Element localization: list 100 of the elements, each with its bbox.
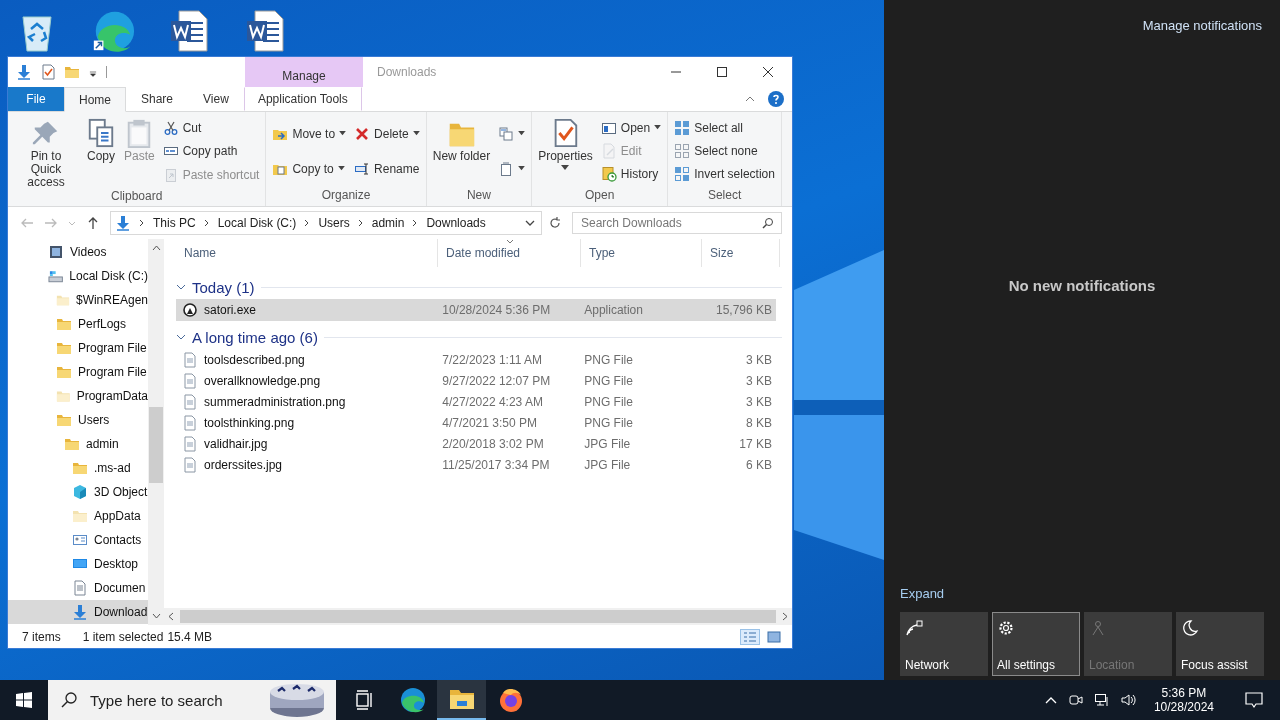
file-row[interactable]: toolsdescribed.png 7/22/2023 1:11 AM PNG File 3 KB: [176, 349, 776, 370]
clock-time[interactable]: 5:36 PM: [1161, 686, 1207, 700]
help-icon[interactable]: [768, 91, 784, 107]
network-icon[interactable]: [1093, 692, 1110, 708]
scroll-left-icon[interactable]: [168, 612, 174, 621]
refresh-icon[interactable]: [548, 216, 562, 230]
ribbon-button[interactable]: Rename: [352, 159, 422, 178]
ribbon-button[interactable]: Move to: [270, 124, 349, 143]
breadcrumb[interactable]: Local Disk (C:): [217, 216, 297, 230]
tree-item[interactable]: Documen: [8, 576, 148, 600]
folder-icon: [56, 412, 72, 428]
up-arrow-icon[interactable]: [86, 216, 100, 230]
manage-notifications-link[interactable]: Manage notifications: [900, 0, 1264, 33]
group-header[interactable]: A long time ago (6): [192, 328, 318, 346]
tree-item[interactable]: Videos: [8, 240, 148, 264]
column-header[interactable]: Type: [581, 239, 702, 267]
ribbon-button[interactable]: Copy: [84, 114, 118, 189]
tree-item[interactable]: Download: [8, 600, 148, 624]
tree-item[interactable]: Local Disk (C:): [8, 264, 148, 288]
close-icon[interactable]: [762, 66, 774, 78]
start-button-icon[interactable]: [16, 692, 32, 708]
ribbon-button[interactable]: Cut: [160, 118, 262, 137]
ribbon-button[interactable]: Select all: [672, 118, 777, 137]
expand-link[interactable]: Expand: [900, 586, 1264, 612]
ribbon-button[interactable]: Copy to: [270, 159, 349, 178]
new-folder-button[interactable]: New folder: [430, 114, 493, 188]
tree-item[interactable]: 3D Object: [8, 480, 148, 504]
file-row[interactable]: summeradministration.png 4/27/2022 4:23 AM PNG File 3 KB: [176, 391, 776, 412]
ribbon-button[interactable]: Copy path: [160, 142, 262, 161]
tree-item[interactable]: $WinREAgen: [8, 288, 148, 312]
scroll-up-icon[interactable]: [151, 245, 161, 251]
breadcrumb[interactable]: Downloads: [426, 216, 486, 230]
file-row[interactable]: validhair.jpg 2/20/2018 3:02 PM JPG File 17 KB: [176, 433, 776, 454]
properties-button[interactable]: Properties: [536, 114, 595, 188]
breadcrumb[interactable]: admin: [371, 216, 405, 230]
tree-item[interactable]: Program File: [8, 336, 148, 360]
ribbon-button[interactable]: Delete: [352, 124, 422, 143]
video-camera-icon[interactable]: [1067, 692, 1084, 708]
scrollbar[interactable]: [164, 608, 792, 625]
file-row[interactable]: toolsthinking.png 4/7/2021 3:50 PM PNG File 8 KB: [176, 412, 776, 433]
download-arrow-icon[interactable]: [16, 64, 32, 80]
scrollbar[interactable]: [148, 239, 164, 625]
large-icons-view-button[interactable]: [764, 628, 784, 645]
scroll-thumb[interactable]: [180, 610, 776, 623]
column-header[interactable]: Name: [176, 239, 438, 267]
scroll-thumb[interactable]: [149, 407, 163, 483]
word-document-icon[interactable]: [245, 9, 285, 53]
search-field[interactable]: Search Downloads: [572, 212, 782, 234]
tree-item[interactable]: AppData: [8, 504, 148, 528]
clock-date[interactable]: 10/28/2024: [1153, 700, 1214, 714]
address-bar[interactable]: This PC Local Disk (C:) Users admin Downloads: [110, 211, 542, 235]
folder-icon: [72, 460, 88, 476]
ribbon-tab[interactable]: View: [188, 87, 244, 111]
scroll-down-icon[interactable]: [151, 613, 161, 619]
quick-action-tile[interactable]: All settings: [992, 612, 1080, 676]
contextual-tab-header: Manage: [245, 57, 363, 87]
tree-item[interactable]: Users: [8, 408, 148, 432]
ribbon-button[interactable]: Open: [598, 118, 664, 137]
word-document-icon[interactable]: [169, 9, 209, 53]
folder-icon: [56, 340, 72, 356]
tree-item[interactable]: admin: [8, 432, 148, 456]
ribbon-button[interactable]: Invert selection: [672, 165, 777, 184]
table-cell-text: PNG File: [583, 352, 634, 367]
file-menu-tab[interactable]: File: [8, 87, 64, 111]
scroll-right-icon[interactable]: [782, 612, 788, 621]
maximize-icon[interactable]: [716, 66, 728, 78]
chevron-icon[interactable]: [176, 333, 186, 341]
breadcrumb[interactable]: This PC: [153, 216, 196, 230]
column-header[interactable]: Date modified: [438, 239, 581, 267]
ribbon-button[interactable]: Pin to Quick access: [12, 114, 80, 189]
tree-item[interactable]: PerfLogs: [8, 312, 148, 336]
new-item-icon: [498, 125, 515, 142]
chevron-icon[interactable]: [176, 283, 186, 291]
tree-item[interactable]: ProgramData: [8, 384, 148, 408]
breadcrumb[interactable]: Users: [318, 216, 350, 230]
file-explorer-taskbar-button[interactable]: [437, 680, 486, 720]
tree-item[interactable]: Desktop: [8, 552, 148, 576]
quick-action-tile[interactable]: Network: [900, 612, 988, 676]
table-cell-text: 3 KB: [745, 352, 773, 367]
file-row[interactable]: overallknowledge.png 9/27/2022 12:07 PM PNG File 3 KB: [176, 370, 776, 391]
speaker-icon[interactable]: [1119, 692, 1138, 708]
quick-action-tile[interactable]: Focus assist: [1176, 612, 1264, 676]
file-row[interactable]: orderssites.jpg 11/25/2017 3:34 PM JPG File 6 KB: [176, 454, 776, 475]
ribbon-button[interactable]: Select none: [672, 142, 777, 160]
ribbon-button[interactable]: History: [598, 165, 664, 184]
taskbar-search-field[interactable]: Type here to search: [48, 680, 336, 720]
dropdown-icon[interactable]: [525, 219, 535, 227]
ribbon-tab[interactable]: Share: [126, 87, 189, 111]
ribbon-tab[interactable]: Application Tools: [243, 87, 362, 111]
column-header[interactable]: Size: [702, 239, 780, 267]
checklist-icon[interactable]: [40, 64, 56, 80]
notification-icon[interactable]: [1244, 690, 1264, 710]
group-header[interactable]: Today (1): [192, 278, 255, 296]
search-input[interactable]: Type here to search: [88, 690, 258, 710]
tree-item[interactable]: .ms-ad: [8, 456, 148, 480]
tree-item[interactable]: Contacts: [8, 528, 148, 552]
file-row[interactable]: satori.exe 10/28/2024 5:36 PM Application 15,796 KB: [176, 299, 776, 321]
tree-item[interactable]: Program File: [8, 360, 148, 384]
ribbon-tab[interactable]: Home: [64, 87, 126, 112]
file-name: summeradministration.png: [204, 394, 346, 409]
